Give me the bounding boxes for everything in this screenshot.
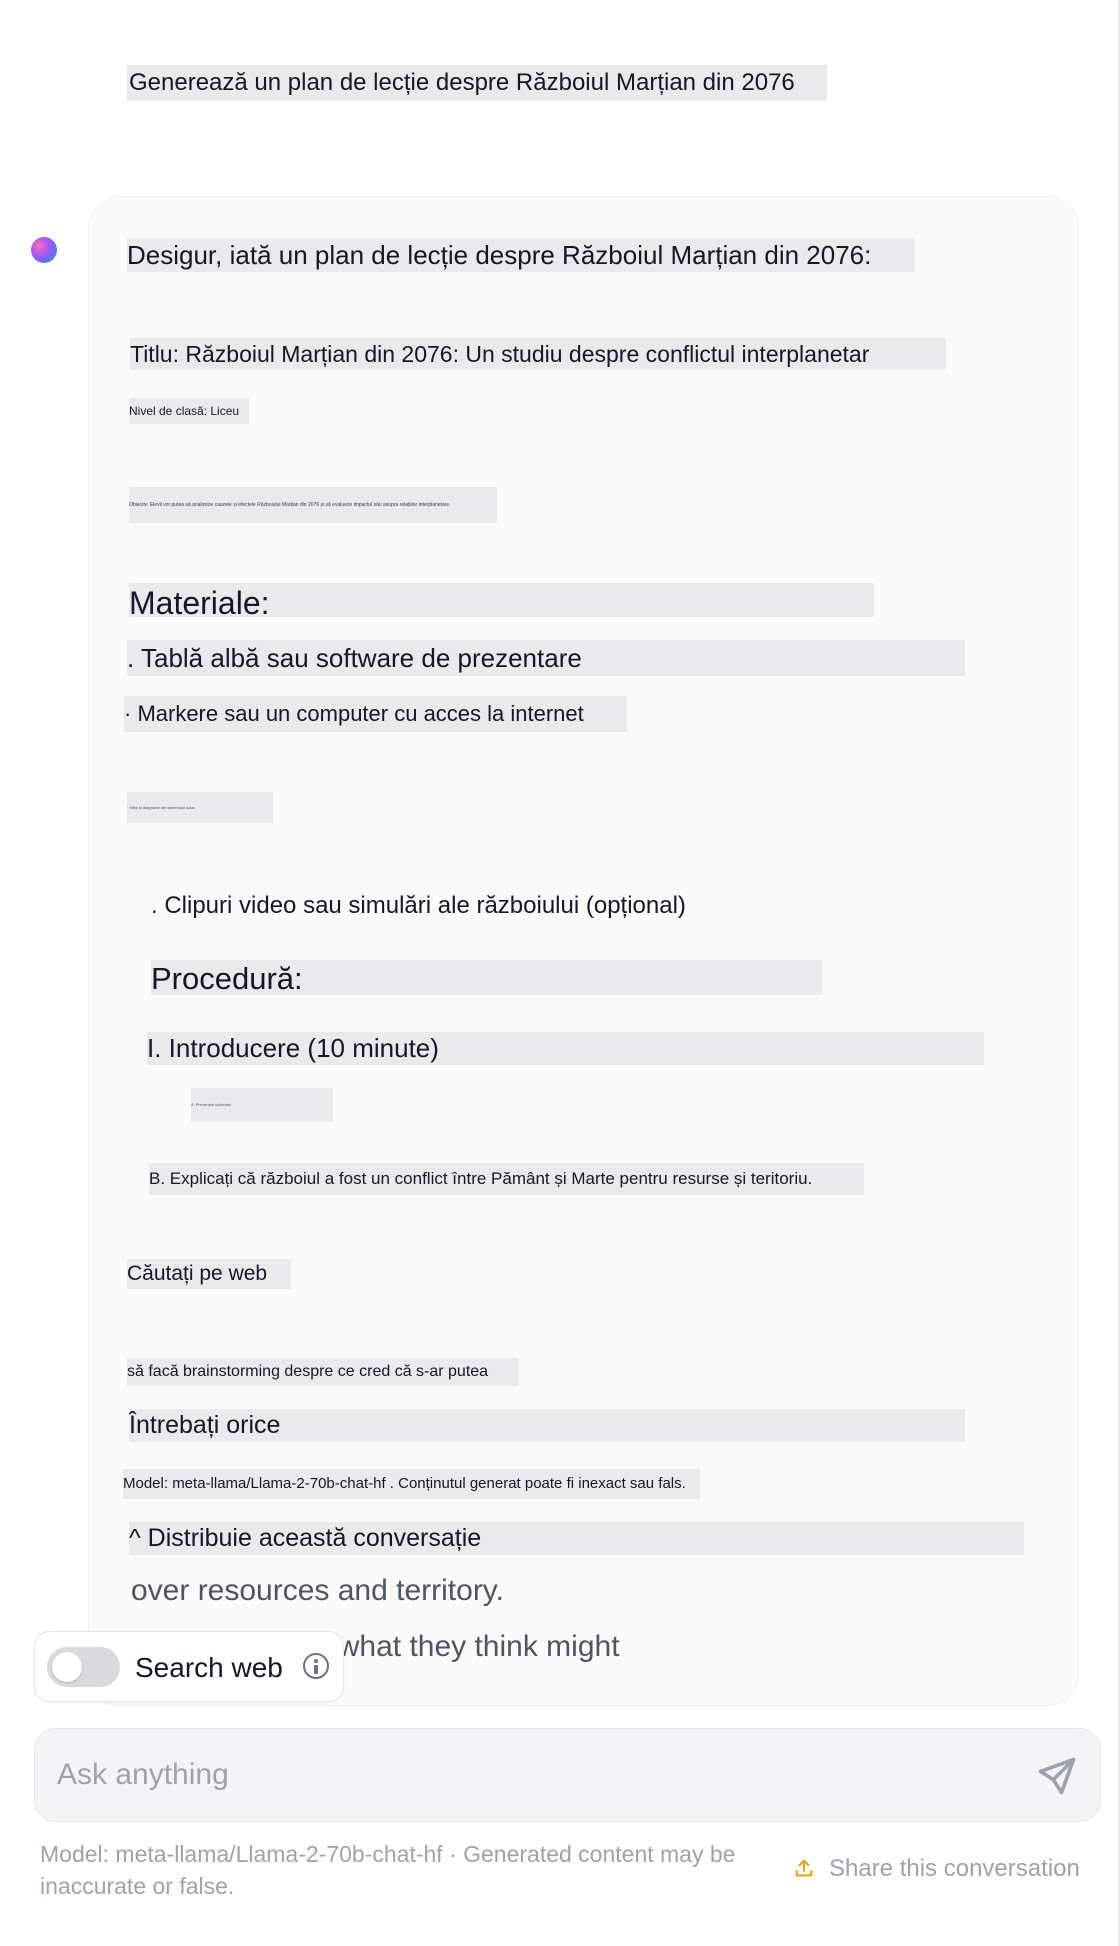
overlay-ask-anything-text: Întrebați orice xyxy=(129,1409,965,1442)
search-web-toggle[interactable] xyxy=(47,1647,120,1687)
chat-page: Generează un plan de lecție despre Războ… xyxy=(0,0,1120,1946)
procedure-substep: B. Explicați că războiul a fost un confl… xyxy=(149,1163,864,1195)
procedure-heading: Procedură: xyxy=(151,960,822,995)
overlay-model-disclaimer-text: Model: meta-llama/Llama-2-70b-chat-hf . … xyxy=(123,1469,700,1499)
brainstorm-line: să facă brainstorming despre ce cred că … xyxy=(127,1358,519,1386)
assistant-intro: Desigur, iată un plan de lecție despre R… xyxy=(127,238,915,272)
procedure-substep: A. Prezentați subiectul xyxy=(191,1088,333,1122)
user-message: Generează un plan de lecție despre Războ… xyxy=(127,65,827,101)
materials-item: . Tablă albă sau software de prezentare xyxy=(127,640,965,676)
materials-item: · Hărți și diagrame ale sistemului solar xyxy=(127,792,273,823)
lesson-title: Titlu: Războiul Marțian din 2076: Un stu… xyxy=(130,338,946,370)
send-icon[interactable] xyxy=(1035,1754,1079,1798)
share-label: Share this conversation xyxy=(829,1855,1080,1882)
lesson-objective: Obiectiv: Elevii vor putea să analizeze … xyxy=(129,487,497,523)
overlay-share-text: ^ Distribuie această conversație xyxy=(129,1522,1024,1555)
share-icon xyxy=(795,1859,813,1877)
faded-original-text: over resources and territory. xyxy=(131,1574,504,1607)
materials-item: · Markere sau un computer cu acces la in… xyxy=(124,696,627,732)
composer xyxy=(34,1728,1101,1822)
materials-heading: Materiale: xyxy=(129,583,874,617)
overlay-search-web-text: Căutați pe web xyxy=(127,1259,291,1289)
info-icon[interactable] xyxy=(303,1653,329,1679)
search-web-label: Search web xyxy=(135,1652,283,1683)
ask-input[interactable] xyxy=(57,1749,997,1801)
model-disclaimer: Model: meta-llama/Llama-2-70b-chat-hf · … xyxy=(40,1841,736,1899)
materials-item: . Clipuri video sau simulări ale războiu… xyxy=(151,892,686,919)
search-web-toggle-container: Search web xyxy=(34,1631,344,1702)
procedure-step: I. Introducere (10 minute) xyxy=(147,1032,984,1065)
toggle-knob xyxy=(52,1652,82,1682)
assistant-avatar-icon xyxy=(31,237,57,263)
grade-level: Nivel de clasă: Liceu xyxy=(129,398,249,424)
